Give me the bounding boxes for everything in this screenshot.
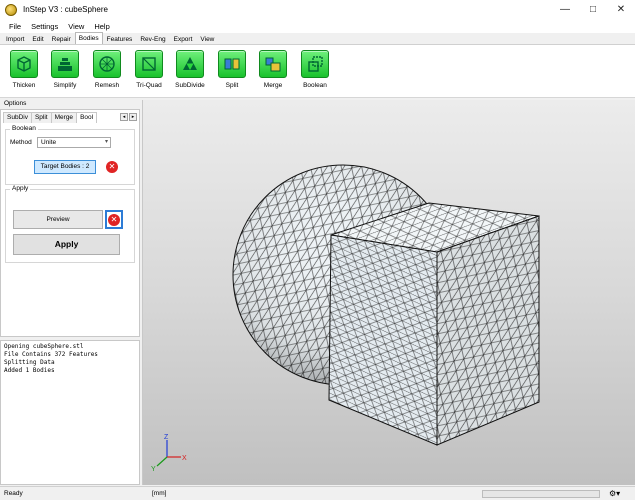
axis-y-label: Y [151,466,156,473]
axis-z-label: Z [164,434,169,441]
chevron-down-icon: ▾ [104,139,108,145]
boolean-group-title: Boolean [10,125,38,132]
preview-button[interactable]: Preview [13,210,103,229]
merge-label: Merge [263,82,283,89]
console-log[interactable]: Opening cubeSphere.stl File Contains 372… [0,340,140,485]
minimize-button[interactable]: — [551,0,579,19]
tab-bodies[interactable]: Bodies [74,32,103,44]
thicken-label: Thicken [12,82,36,89]
scroll-left-icon[interactable]: ◂ [120,113,128,121]
options-panel: SubDiv Split Merge Bool ◂ ▸ Boolean Meth… [0,109,140,337]
remesh-label: Remesh [94,82,120,89]
status-text: Ready [4,490,23,497]
subtab-split[interactable]: Split [30,112,52,123]
tab-rev-eng[interactable]: Rev-Eng [136,33,169,44]
target-bodies-button[interactable]: Target Bodies : 2 [34,160,96,174]
window-title: InStep V3 : cubeSphere [23,5,108,14]
tri-quad-icon[interactable] [135,50,163,78]
apply-button[interactable]: Apply [13,234,120,255]
split-icon[interactable] [218,50,246,78]
tab-import[interactable]: Import [2,33,28,44]
subtab-subdiv[interactable]: SubDiv [3,112,32,123]
options-subtabs: SubDiv Split Merge Bool ◂ ▸ [3,112,138,123]
boolean-tool[interactable]: Boolean [293,50,337,89]
tri-quad-tool[interactable]: Tri-Quad [127,50,171,89]
apply-group-title: Apply [10,185,31,192]
simplify-tool[interactable]: Simplify [43,50,87,89]
subdivide-icon[interactable] [176,50,204,78]
remesh-icon[interactable] [93,50,121,78]
split-tool[interactable]: Split [210,50,254,89]
scroll-right-icon[interactable]: ▸ [129,113,137,121]
remesh-tool[interactable]: Remesh [85,50,129,89]
menu-help[interactable]: Help [89,22,114,31]
split-label: Split [225,82,239,89]
menu-bar: File Settings View Help [0,19,635,33]
boolean-icon[interactable] [301,50,329,78]
clear-targets-icon[interactable]: ✕ [106,161,118,173]
tab-repair[interactable]: Repair [48,33,75,44]
log-line: Opening cubeSphere.stl [4,343,84,350]
tab-export[interactable]: Export [170,33,197,44]
toolbar: Thicken Simplify Remesh Tri-Quad SubDivi… [0,45,635,98]
app-icon [5,3,17,16]
tri-quad-label: Tri-Quad [136,82,162,89]
axis-triad [156,440,181,467]
subdivide-tool[interactable]: SubDivide [168,50,212,89]
maximize-button[interactable]: □ [579,0,607,19]
simplify-icon[interactable] [51,50,79,78]
subdivide-label: SubDivide [175,82,205,89]
clear-preview-icon: ✕ [108,213,120,226]
title-bar: InStep V3 : cubeSphere — □ ✕ [0,0,635,19]
tab-edit[interactable]: Edit [28,33,47,44]
menu-file[interactable]: File [4,22,26,31]
log-line: File Contains 372 Features [4,351,98,358]
options-label: Options [4,100,27,107]
close-button[interactable]: ✕ [607,0,635,19]
menu-view[interactable]: View [63,22,89,31]
method-label: Method [10,139,32,146]
clear-preview-button[interactable]: ✕ [105,210,123,229]
log-line: Added 1 Bodies [4,367,55,374]
cube-sphere-model: Z X Y [151,164,540,473]
boolean-label: Boolean [303,82,327,89]
ribbon-tabs: Import Edit Repair Bodies Features Rev-E… [0,32,635,45]
method-value: Unite [41,139,57,146]
progress-bar [482,490,600,498]
tab-features[interactable]: Features [103,33,137,44]
menu-settings[interactable]: Settings [26,22,63,31]
thicken-icon[interactable] [10,50,38,78]
3d-viewport[interactable]: Z X Y [142,100,635,485]
merge-tool[interactable]: Merge [251,50,295,89]
thicken-tool[interactable]: Thicken [2,50,46,89]
log-line: Splitting Data [4,359,55,366]
simplify-label: Simplify [53,82,77,89]
tab-view[interactable]: View [196,33,218,44]
units-indicator: [mm] [152,490,167,497]
subtab-merge[interactable]: Merge [50,112,78,123]
settings-icon[interactable]: ⚙▾ [609,489,620,498]
method-select[interactable]: Unite ▾ [37,137,111,148]
axis-x-label: X [182,455,187,462]
status-bar: Ready [mm] ⚙▾ [0,486,635,500]
subtab-bool[interactable]: Bool [76,112,98,123]
merge-icon[interactable] [259,50,287,78]
